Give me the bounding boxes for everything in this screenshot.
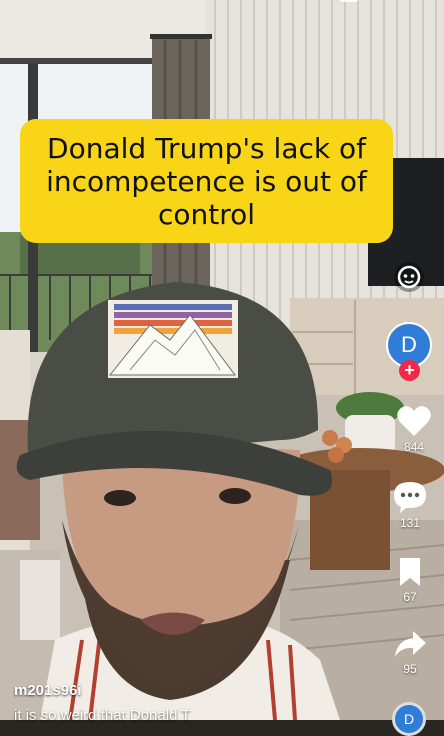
video-caption-text: Donald Trump's lack of incompetence is o… [46,131,367,231]
creator-username[interactable]: m201s96i [14,682,82,699]
top-edge-indicator [340,0,358,2]
bookmark-icon [400,558,420,586]
plus-icon: + [404,360,415,380]
share-button[interactable]: 95 [380,628,440,676]
comment-count: 131 [399,516,421,530]
music-disc-icon[interactable]: D [392,702,426,736]
like-count: 844 [403,440,425,454]
share-count: 95 [403,662,417,676]
heart-icon [397,406,431,436]
comment-button[interactable]: 131 [380,480,440,530]
follow-button[interactable]: + [399,360,420,381]
video-scene [0,0,444,720]
music-disc-letter: D [403,711,415,727]
avatar-letter: D [401,332,417,357]
comment-bubble-icon [394,482,426,513]
save-button[interactable]: 67 [380,556,440,604]
like-button[interactable]: 844 [384,404,444,454]
video-description[interactable]: it is so weird that Donald T [14,707,190,724]
video-caption-overlay: Donald Trump's lack of incompetence is o… [20,119,393,243]
effect-face-icon[interactable] [394,262,424,292]
share-arrow-icon [395,631,426,657]
save-count: 67 [403,590,417,604]
video-frame[interactable]: Donald Trump's lack of incompetence is o… [0,0,444,720]
